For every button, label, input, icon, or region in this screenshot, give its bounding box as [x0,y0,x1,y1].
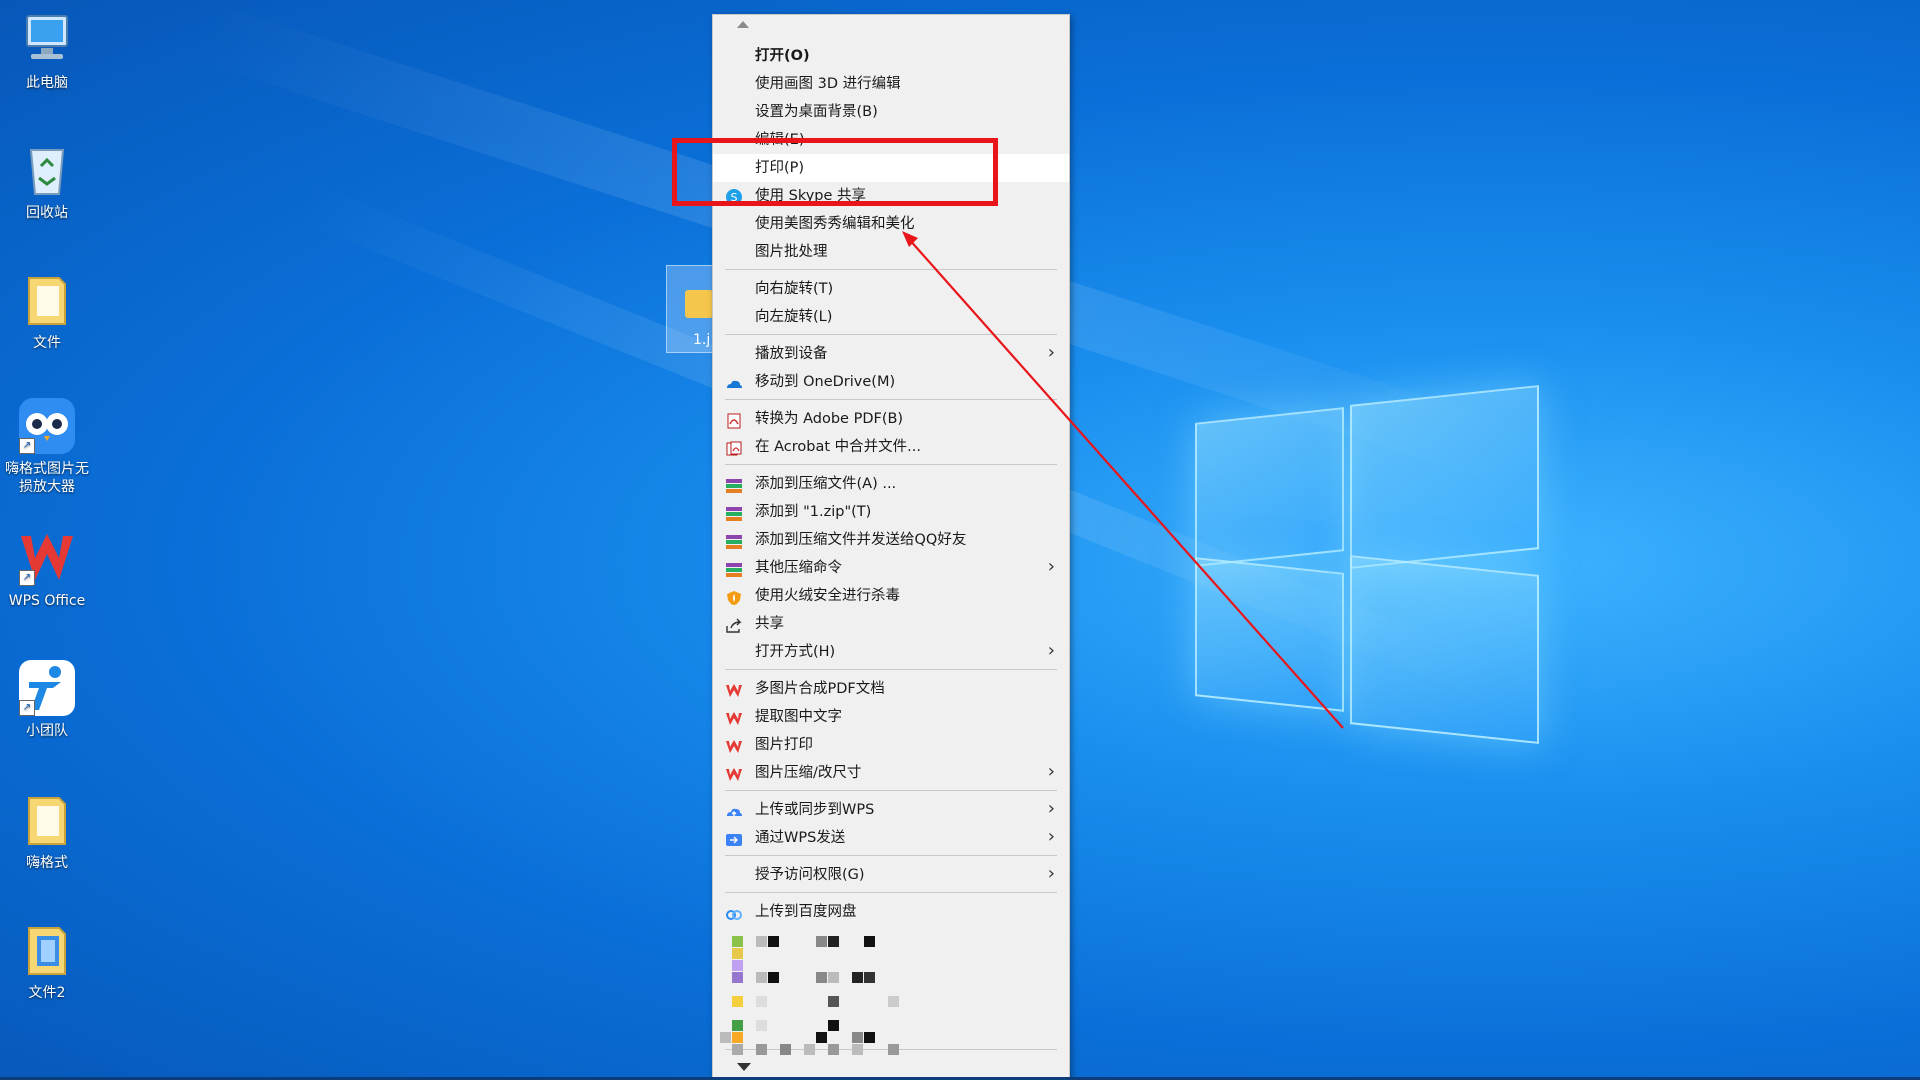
menu-item-cast-to-device[interactable]: 播放到设备 › [713,340,1069,368]
pixelated-redacted-items [710,918,900,1058]
archive-icon [725,476,743,493]
chevron-right-icon: › [1047,640,1055,661]
menu-separator [725,334,1057,335]
folder-icon [17,790,77,850]
desktop-icon-label: 嗨格式 [26,855,68,871]
desktop: 此电脑 回收站 文件 ↗ 嗨格式图片无 损放大器 ↗ WPS Office ↗ … [0,0,1920,1080]
desktop-icon-file[interactable]: 文件 [0,270,94,352]
menu-item-add-zip[interactable]: 添加到 "1.zip"(T) [713,498,1069,526]
menu-separator [725,790,1057,791]
shortcut-arrow-icon: ↗ [19,570,35,586]
menu-item-add-archive[interactable]: 添加到压缩文件(A) ... [713,470,1069,498]
wps-icon [725,737,743,753]
desktop-icon-this-pc[interactable]: 此电脑 [0,10,94,92]
wps-icon [725,765,743,781]
wps-icon [725,681,743,697]
menu-item-adobe-pdf[interactable]: 转换为 Adobe PDF(B) [713,405,1069,433]
menu-item-acrobat-merge[interactable]: 在 Acrobat 中合并文件... [713,433,1069,461]
menu-item-send-wps[interactable]: 通过WPS发送 › [713,824,1069,852]
desktop-icon-recycle-bin[interactable]: 回收站 [0,140,94,222]
menu-item-rotate-left[interactable]: 向左旋转(L) [713,303,1069,331]
desktop-icon-team-app[interactable]: ↗ 小团队 [0,658,94,740]
menu-item-image-print[interactable]: 图片打印 [713,731,1069,759]
recycle-bin-icon [17,140,77,200]
menu-item-meitu[interactable]: 使用美图秀秀编辑和美化 [713,210,1069,238]
menu-separator [725,669,1057,670]
menu-item-batch[interactable]: 图片批处理 [713,238,1069,266]
chevron-right-icon: › [1047,863,1055,884]
menu-separator [725,892,1057,893]
windows-logo [1195,385,1540,744]
menu-separator [725,464,1057,465]
folder-icon [17,270,77,330]
wps-cloud-icon [725,802,743,818]
menu-item-open-with[interactable]: 打开方式(H) › [713,638,1069,666]
team-app-icon: ↗ [17,658,77,718]
menu-item-onedrive[interactable]: 移动到 OneDrive(M) [713,368,1069,396]
desktop-icon-higeshi[interactable]: 嗨格式 [0,790,94,872]
desktop-icon-label: WPS Office [8,593,86,609]
desktop-icon-label: 嗨格式图片无 [5,461,89,477]
desktop-icon-label: 此电脑 [26,75,68,91]
menu-item-extract-text[interactable]: 提取图中文字 [713,703,1069,731]
menu-item-share[interactable]: 共享 [713,610,1069,638]
chevron-right-icon: › [1047,798,1055,819]
wps-icon [725,709,743,725]
menu-item-upload-wps[interactable]: 上传或同步到WPS › [713,796,1069,824]
menu-separator [725,399,1057,400]
onedrive-icon [725,374,743,390]
menu-item-huorong-scan[interactable]: 使用火绒安全进行杀毒 [713,582,1069,610]
menu-item-merge-pdf[interactable]: 多图片合成PDF文档 [713,675,1069,703]
desktop-icon-wps-office[interactable]: ↗ WPS Office [0,528,94,610]
owl-app-icon: ↗ [17,396,77,456]
menu-item-image-compress[interactable]: 图片压缩/改尺寸 › [713,759,1069,787]
selected-file-label: 1.j [693,332,711,348]
menu-scroll-up-icon[interactable] [737,21,749,28]
adobe-pdf-icon [725,411,743,429]
menu-item-edit-paint3d[interactable]: 使用画图 3D 进行编辑 [713,70,1069,98]
shortcut-arrow-icon: ↗ [19,438,35,454]
archive-icon [725,504,743,521]
wps-icon: ↗ [17,528,77,588]
folder-icon [17,920,77,980]
huorong-icon [725,588,743,605]
desktop-icon-label: 文件 [33,335,61,351]
menu-item-open[interactable]: 打开(O) [713,42,1069,70]
desktop-icon-owl-app[interactable]: ↗ 嗨格式图片无 损放大器 [0,396,94,496]
menu-separator [725,269,1057,270]
chevron-right-icon: › [1047,761,1055,782]
desktop-icon-label: 损放大器 [19,479,75,495]
menu-item-rotate-right[interactable]: 向右旋转(T) [713,275,1069,303]
desktop-icon-label: 小团队 [26,723,68,739]
share-icon [725,616,743,633]
chevron-right-icon: › [1047,826,1055,847]
acrobat-icon [725,439,743,456]
menu-item-set-wallpaper[interactable]: 设置为桌面背景(B) [713,98,1069,126]
menu-scroll-down-icon[interactable] [737,1063,751,1071]
selected-file-icon[interactable]: 1.j [666,265,716,353]
image-file-icon [685,290,713,318]
menu-item-archive-send-qq[interactable]: 添加到压缩文件并发送给QQ好友 [713,526,1069,554]
archive-icon [725,560,743,577]
menu-item-other-compress[interactable]: 其他压缩命令 › [713,554,1069,582]
computer-icon [17,10,77,70]
shortcut-arrow-icon: ↗ [19,700,35,716]
desktop-icon-label: 文件2 [28,985,66,1001]
desktop-icon-file2[interactable]: 文件2 [0,920,94,1002]
chevron-right-icon: › [1047,342,1055,363]
menu-item-grant-access[interactable]: 授予访问权限(G) › [713,861,1069,889]
archive-icon [725,532,743,549]
desktop-icon-label: 回收站 [26,205,68,221]
menu-separator [725,855,1057,856]
chevron-right-icon: › [1047,556,1055,577]
annotation-highlight-box [672,138,998,206]
wps-send-icon [725,830,743,846]
